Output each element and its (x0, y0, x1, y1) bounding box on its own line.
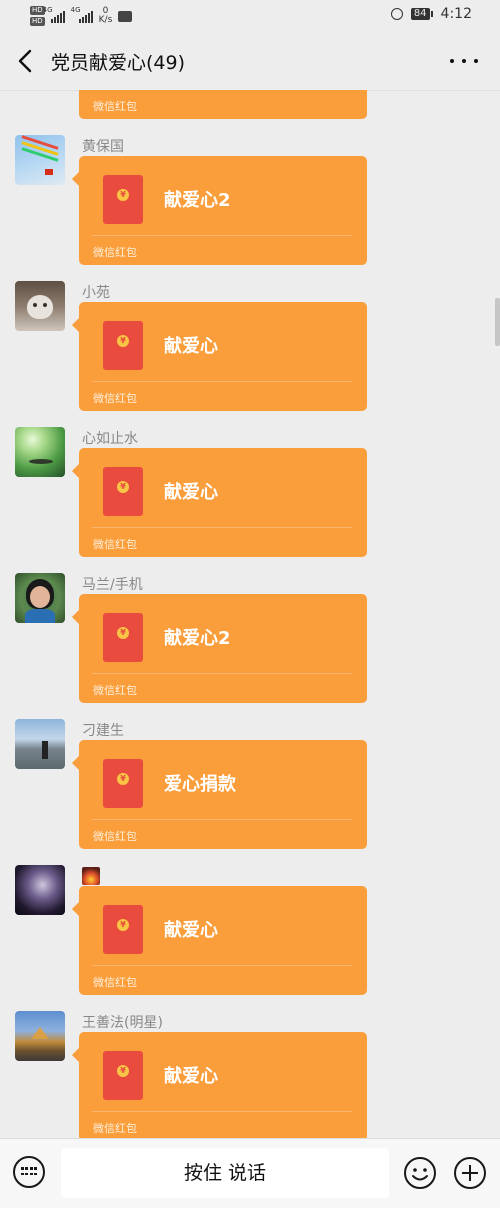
alarm-icon (390, 8, 403, 20)
red-packet-label: 微信红包 (93, 538, 137, 551)
red-packet[interactable]: ¥ 献爱心 微信红包 (72, 886, 367, 995)
avatar[interactable] (15, 865, 65, 915)
hold-to-talk-button[interactable]: 按住 说话 (61, 1148, 389, 1198)
emoji-icon (404, 1157, 436, 1189)
red-packet-label: 微信红包 (93, 392, 137, 405)
red-packet-divider (92, 527, 352, 528)
sender-name: 马兰/手机 (82, 577, 143, 593)
red-packet-title: 献爱心 (164, 1066, 218, 1087)
net-speed-unit: K/s (98, 15, 113, 25)
network-speed: 0 K/s (99, 7, 113, 25)
red-envelope-icon: ¥ (103, 467, 143, 516)
red-packet[interactable]: ¥ 献爱心 微信红包 (72, 448, 367, 557)
red-envelope-icon: ¥ (103, 321, 143, 370)
red-packet-label: 微信红包 (93, 1122, 137, 1135)
red-envelope-icon: ¥ (103, 175, 143, 224)
red-packet[interactable]: ¥ 献爱心2 微信红包 (72, 594, 367, 703)
coin-icon: ¥ (117, 1065, 129, 1077)
red-envelope-icon: ¥ (103, 759, 143, 808)
avatar[interactable] (15, 135, 65, 185)
red-envelope-icon: ¥ (103, 905, 143, 954)
battery-icon: 84 (410, 8, 433, 20)
sim2-badge: HD (30, 17, 45, 26)
sender-name: 黄保国 (82, 139, 124, 155)
more-button[interactable] (450, 52, 478, 70)
more-functions-button[interactable] (453, 1156, 487, 1190)
notification-icon (118, 10, 133, 22)
back-arrow-icon (18, 49, 32, 73)
coin-icon: ¥ (117, 919, 129, 931)
red-packet-divider (92, 1111, 352, 1112)
sender-name: 心如止水 (82, 431, 138, 447)
red-packet-divider (92, 235, 352, 236)
status-left: HD HD 4G 4G 0 K/s (30, 3, 133, 29)
coin-icon: ¥ (117, 627, 129, 639)
red-packet-label: 微信红包 (93, 976, 137, 989)
red-packet[interactable]: ¥ 爱心捐款 微信红包 (72, 740, 367, 849)
red-packet-title: 爱心捐款 (164, 774, 236, 795)
keyboard-toggle-button[interactable] (13, 1156, 45, 1188)
red-packet[interactable]: ¥ 献爱心2 微信红包 (72, 156, 367, 265)
status-right: 84 4:12 (390, 6, 472, 22)
red-packet-title: 献爱心 (164, 336, 218, 357)
sender-name: 王善法(明星) (82, 1015, 163, 1031)
net1-label: 4G (42, 6, 53, 14)
net2-label: 4G (70, 6, 81, 14)
avatar[interactable] (15, 427, 65, 477)
red-packet-label: 微信红包 (93, 246, 137, 259)
message-list[interactable]: 微信红包 黄保国 ¥ 献爱心2 微信红包 小苑 ¥ 献爱心 微信红包 心如止水 … (0, 90, 500, 1138)
coin-icon: ¥ (117, 773, 129, 785)
red-packet-title: 献爱心2 (164, 190, 231, 211)
avatar[interactable] (15, 281, 65, 331)
back-button[interactable] (12, 46, 40, 76)
red-packet[interactable]: 微信红包 (79, 90, 367, 119)
red-packet-divider (92, 381, 352, 382)
red-packet-title: 献爱心2 (164, 628, 231, 649)
red-packet-label: 微信红包 (93, 100, 137, 113)
more-dot (462, 59, 466, 63)
red-packet-label: 微信红包 (93, 830, 137, 843)
plus-icon (454, 1157, 486, 1189)
signal-1-icon: 4G (43, 6, 65, 23)
red-packet-divider (92, 673, 352, 674)
status-time: 4:12 (440, 6, 472, 22)
sender-emoji-icon (82, 867, 100, 885)
emoji-button[interactable] (403, 1156, 437, 1190)
scrollbar-thumb[interactable] (495, 298, 500, 346)
sender-name: 刁建生 (82, 723, 124, 739)
avatar[interactable] (15, 1011, 65, 1061)
red-envelope-icon: ¥ (103, 613, 143, 662)
keyboard-icon (21, 1167, 37, 1177)
input-bar: 按住 说话 (0, 1138, 500, 1208)
chat-title: 党员献爱心(49) (51, 52, 186, 74)
red-packet[interactable]: ¥ 献爱心 微信红包 (72, 302, 367, 411)
status-bar: HD HD 4G 4G 0 K/s 84 4:12 (0, 0, 500, 32)
red-packet-title: 献爱心 (164, 920, 218, 941)
red-packet[interactable]: ¥ 献爱心 微信红包 (72, 1032, 367, 1138)
coin-icon: ¥ (117, 481, 129, 493)
coin-icon: ¥ (117, 189, 129, 201)
coin-icon: ¥ (117, 335, 129, 347)
avatar[interactable] (15, 719, 65, 769)
red-envelope-icon: ¥ (103, 1051, 143, 1100)
avatar[interactable] (15, 573, 65, 623)
sender-name: 小苑 (82, 285, 110, 301)
red-packet-title: 献爱心 (164, 482, 218, 503)
red-packet-label: 微信红包 (93, 684, 137, 697)
signal-2-icon: 4G (71, 6, 93, 23)
red-packet-divider (92, 965, 352, 966)
chat-header: 党员献爱心(49) (0, 32, 500, 91)
more-dot (450, 59, 454, 63)
more-dot (474, 59, 478, 63)
battery-level: 84 (410, 8, 430, 20)
red-packet-divider (92, 819, 352, 820)
